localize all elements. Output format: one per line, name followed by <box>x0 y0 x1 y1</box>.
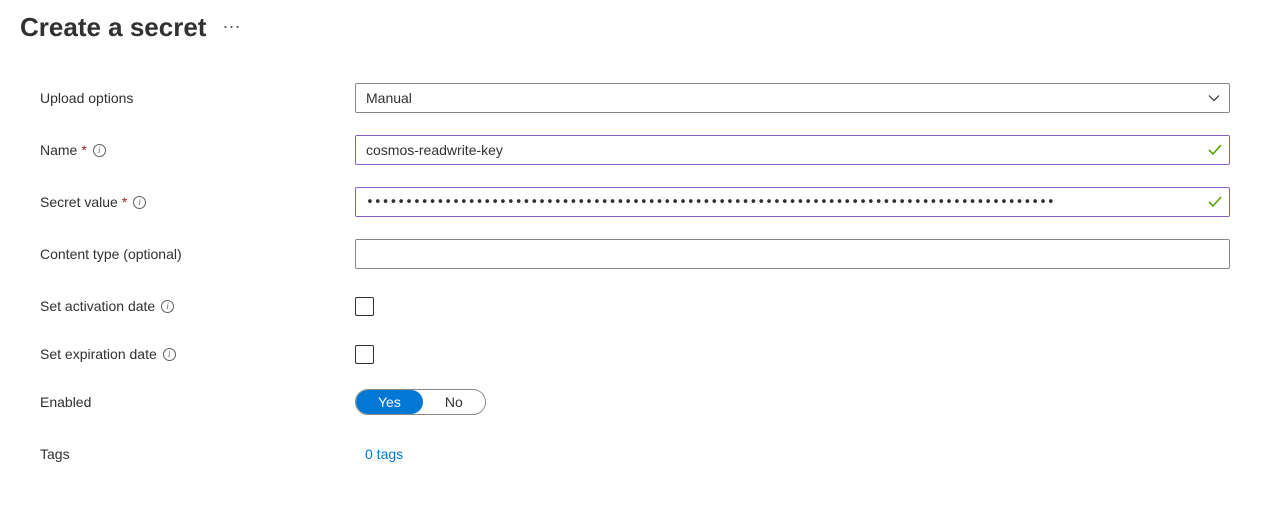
page-title: Create a secret <box>20 12 206 43</box>
content-type-input[interactable] <box>355 239 1230 269</box>
enabled-yes-button[interactable]: Yes <box>356 390 423 414</box>
label-enabled: Enabled <box>40 394 355 410</box>
page-header: Create a secret ⋯ <box>0 0 1270 43</box>
info-icon[interactable]: i <box>93 144 106 157</box>
label-text-upload-options: Upload options <box>40 90 133 106</box>
label-content-type: Content type (optional) <box>40 246 355 262</box>
label-activation-date: Set activation date i <box>40 298 355 314</box>
label-secret-value: Secret value * i <box>40 194 355 210</box>
row-enabled: Enabled Yes No <box>40 387 1230 417</box>
more-icon[interactable]: ⋯ <box>222 17 241 38</box>
label-name: Name * i <box>40 142 355 158</box>
info-icon[interactable]: i <box>163 348 176 361</box>
name-input[interactable] <box>355 135 1230 165</box>
row-secret-value: Secret value * i <box>40 187 1230 217</box>
label-text-enabled: Enabled <box>40 394 91 410</box>
label-text-tags: Tags <box>40 446 70 462</box>
upload-options-select[interactable]: Manual <box>355 83 1230 113</box>
info-icon[interactable]: i <box>161 300 174 313</box>
label-expiration-date: Set expiration date i <box>40 346 355 362</box>
required-star-icon: * <box>122 194 127 210</box>
label-text-secret-value: Secret value <box>40 194 118 210</box>
secret-value-input[interactable] <box>355 187 1230 217</box>
info-icon[interactable]: i <box>133 196 146 209</box>
label-tags: Tags <box>40 446 355 462</box>
enabled-toggle: Yes No <box>355 389 486 415</box>
tags-link[interactable]: 0 tags <box>355 446 403 462</box>
expiration-date-checkbox[interactable] <box>355 345 374 364</box>
activation-date-checkbox[interactable] <box>355 297 374 316</box>
required-star-icon: * <box>81 142 86 158</box>
check-icon <box>1208 195 1222 209</box>
label-upload-options: Upload options <box>40 90 355 106</box>
row-upload-options: Upload options Manual <box>40 83 1230 113</box>
upload-options-value: Manual <box>366 90 412 106</box>
label-text-activation-date: Set activation date <box>40 298 155 314</box>
row-expiration-date: Set expiration date i <box>40 339 1230 369</box>
row-tags: Tags 0 tags <box>40 439 1230 469</box>
enabled-no-button[interactable]: No <box>423 390 485 414</box>
row-name: Name * i <box>40 135 1230 165</box>
check-icon <box>1208 143 1222 157</box>
label-text-content-type: Content type (optional) <box>40 246 182 262</box>
create-secret-form: Upload options Manual Name * i <box>0 43 1270 469</box>
row-content-type: Content type (optional) <box>40 239 1230 269</box>
label-text-name: Name <box>40 142 77 158</box>
label-text-expiration-date: Set expiration date <box>40 346 157 362</box>
row-activation-date: Set activation date i <box>40 291 1230 321</box>
